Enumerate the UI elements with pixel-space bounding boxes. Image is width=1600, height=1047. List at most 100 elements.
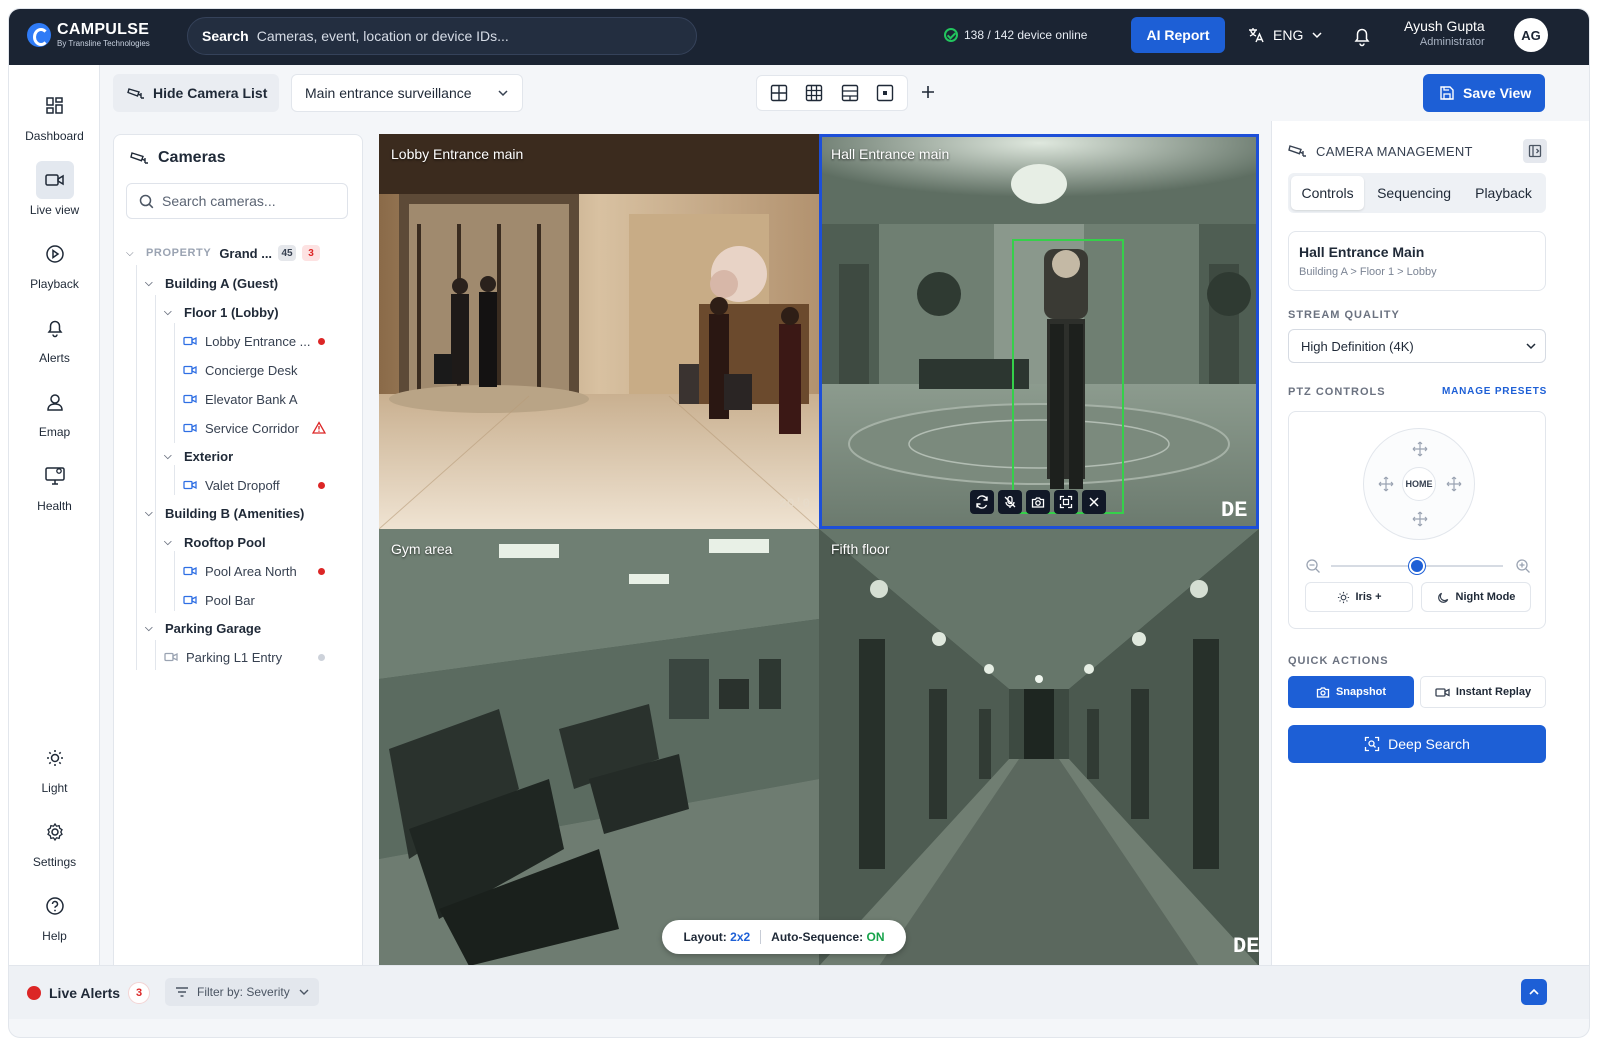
pan-left-button[interactable] — [1378, 476, 1394, 492]
instant-replay-button[interactable]: Instant Replay — [1420, 676, 1546, 708]
nav-settings[interactable]: Settings — [9, 813, 100, 869]
tree-label: Lobby Entrance ... — [205, 333, 311, 349]
tree-exterior[interactable]: ⌵ Exterior — [164, 446, 233, 466]
divider — [760, 930, 762, 944]
tab-playback[interactable]: Playback — [1464, 176, 1543, 210]
tree-parking-garage[interactable]: ⌵ Parking Garage — [145, 618, 261, 638]
ptz-joystick: HOME — [1363, 428, 1475, 540]
saved-view-select[interactable]: Main entrance surveillance — [291, 74, 523, 112]
snapshot-button[interactable]: Snapshot — [1288, 676, 1414, 708]
sun-icon — [46, 750, 63, 766]
nav-dashboard-label: Dashboard — [25, 129, 84, 143]
ptz-home-button[interactable]: HOME — [1402, 467, 1436, 501]
video-tile-fifth-floor[interactable]: Fifth floor DE — [819, 529, 1259, 966]
deep-search-button[interactable]: Deep Search — [1288, 725, 1546, 763]
tree-camera-pool-bar[interactable]: Pool Bar — [183, 590, 255, 610]
language-selector[interactable]: ENG — [1247, 26, 1323, 44]
zoom-in-icon — [1516, 559, 1530, 573]
video-tile-hall-entrance[interactable]: Hall Entrance main DE — [819, 134, 1259, 529]
live-indicator-icon — [27, 986, 41, 1000]
severity-filter-select[interactable]: Filter by: Severity — [165, 978, 319, 1006]
nav-emap[interactable]: Emap — [9, 383, 100, 439]
video-feed-lobby — [379, 134, 819, 529]
nav-alerts[interactable]: Alerts — [9, 309, 100, 365]
tree-building-b[interactable]: ⌵ Building B (Amenities) — [145, 503, 304, 523]
tree-camera-lobby-entrance[interactable]: Lobby Entrance ... — [183, 331, 311, 351]
layout-2x2-button[interactable] — [765, 79, 793, 107]
filter-icon — [176, 987, 188, 997]
layout-selector — [756, 75, 908, 111]
nav-playback[interactable]: Playback — [9, 235, 100, 291]
night-mode-button[interactable]: Night Mode — [1421, 582, 1531, 612]
fullscreen-button[interactable] — [1054, 490, 1078, 514]
tree-label: Concierge Desk — [205, 362, 298, 378]
tree-rooftop-pool[interactable]: ⌵ Rooftop Pool — [164, 532, 266, 552]
zoom-out-icon — [1306, 559, 1320, 573]
pan-down-button[interactable] — [1412, 511, 1428, 527]
chevron-down-icon — [498, 90, 508, 97]
refresh-icon — [976, 495, 988, 509]
search-label: Search — [202, 28, 249, 44]
nav-light[interactable]: Light — [9, 739, 100, 795]
brand-logo[interactable]: CAMPULSE By Transline Technologies — [27, 22, 150, 48]
tree-camera-parking-l1[interactable]: Parking L1 Entry — [164, 647, 282, 667]
night-mode-label: Night Mode — [1455, 591, 1516, 603]
chevron-down-icon: ⌵ — [164, 306, 172, 318]
video-tile-gym-area[interactable]: Gym area — [379, 529, 819, 966]
layout-1plus-button[interactable] — [836, 79, 864, 107]
tab-controls[interactable]: Controls — [1291, 176, 1365, 210]
layout-single-button[interactable] — [871, 79, 899, 107]
zoom-knob[interactable] — [1409, 558, 1425, 574]
selected-camera-path: Building A > Floor 1 > Lobby — [1299, 266, 1437, 278]
user-info[interactable]: Ayush Gupta Administrator — [1404, 18, 1485, 49]
tree-camera-elevator-bank[interactable]: Elevator Bank A — [183, 389, 298, 409]
sidebar-collapse-icon — [1528, 144, 1542, 158]
video-camera-icon — [44, 174, 64, 186]
tree-camera-pool-area-north[interactable]: Pool Area North — [183, 561, 297, 581]
collapse-panel-button[interactable] — [1523, 139, 1547, 163]
global-search-input[interactable]: Search Cameras, event, location or devic… — [187, 17, 697, 55]
ptz-control-box: HOME Iris + Night Mode — [1288, 411, 1546, 629]
tree-building-a[interactable]: ⌵ Building A (Guest) — [145, 273, 278, 293]
iris-plus-button[interactable]: Iris + — [1305, 582, 1413, 612]
tree-camera-concierge-desk[interactable]: Concierge Desk — [183, 360, 298, 380]
camera-search-input[interactable]: Search cameras... — [126, 183, 348, 219]
campulse-logo-icon — [27, 23, 51, 47]
notification-bell-icon[interactable] — [1351, 25, 1373, 47]
tree-camera-valet-dropoff[interactable]: Valet Dropoff — [183, 475, 280, 495]
snapshot-button[interactable] — [1026, 490, 1050, 514]
tab-sequencing[interactable]: Sequencing — [1368, 176, 1460, 210]
manage-presets-link[interactable]: MANAGE PRESETS — [1442, 386, 1547, 397]
alert-count-badge: 3 — [302, 245, 321, 261]
nav-help[interactable]: Help — [9, 887, 100, 943]
add-layout-button[interactable] — [917, 81, 939, 103]
mute-button[interactable] — [998, 490, 1022, 514]
avatar[interactable]: AG — [1514, 18, 1548, 52]
hide-camera-list-button[interactable]: Hide Camera List — [113, 74, 279, 112]
close-tile-button[interactable] — [1082, 490, 1106, 514]
nav-live-view[interactable]: Live view — [9, 161, 100, 217]
tree-property[interactable]: ⌵ PROPERTY Grand ... 45 3 — [126, 243, 321, 263]
layout-3x3-button[interactable] — [800, 79, 828, 107]
nav-health[interactable]: Health — [9, 457, 100, 513]
tile-title: Gym area — [391, 541, 453, 557]
save-view-button[interactable]: Save View — [1423, 74, 1545, 112]
chevron-down-icon: ⌵ — [164, 536, 172, 548]
tree-camera-service-corridor[interactable]: Service Corridor — [183, 418, 299, 438]
ai-report-button[interactable]: AI Report — [1131, 17, 1225, 53]
chevron-down-icon: ⌵ — [164, 450, 172, 462]
pan-up-button[interactable] — [1412, 441, 1428, 457]
camera-list-header: Cameras — [130, 149, 226, 167]
saved-view-value: Main entrance surveillance — [305, 85, 472, 101]
tree-floor-1[interactable]: ⌵ Floor 1 (Lobby) — [164, 302, 279, 322]
stream-quality-select[interactable]: High Definition (4K) — [1288, 329, 1546, 363]
expand-alerts-button[interactable] — [1521, 979, 1547, 1005]
quick-actions-label: QUICK ACTIONS — [1288, 655, 1389, 667]
move-icon — [1412, 441, 1428, 457]
pan-right-button[interactable] — [1446, 476, 1462, 492]
zoom-slider[interactable] — [1305, 558, 1531, 574]
nav-dashboard[interactable]: Dashboard — [9, 87, 100, 143]
video-tile-lobby-entrance[interactable]: Lobby Entrance main 20'0 — [379, 134, 819, 529]
refresh-button[interactable] — [970, 490, 994, 514]
live-alerts-toggle[interactable]: Live Alerts 3 — [27, 982, 151, 1004]
